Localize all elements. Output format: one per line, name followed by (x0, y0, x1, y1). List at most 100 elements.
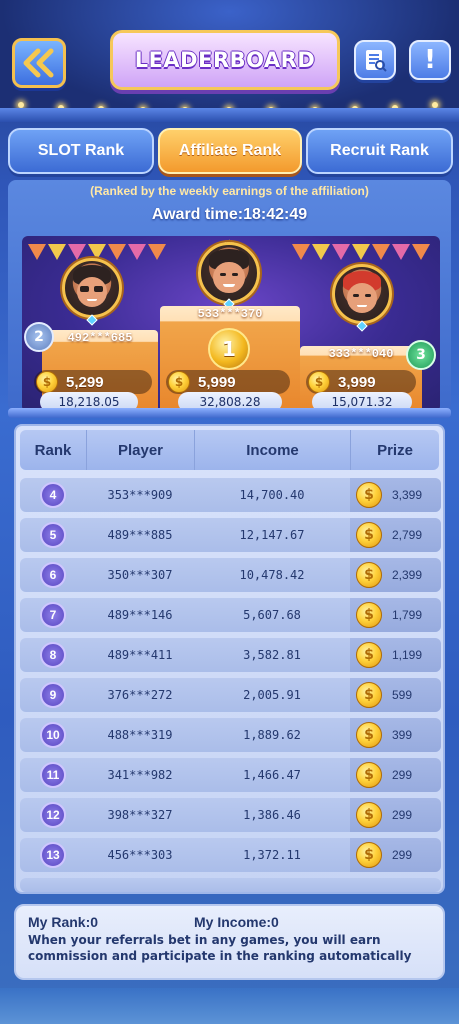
income-cell: 2,005.91 (243, 688, 301, 702)
income-cell: 3,582.81 (243, 648, 301, 662)
rank-cell: 13 (20, 842, 86, 868)
income-cell: 14,700.40 (239, 488, 305, 502)
player-cell: 489***146 (107, 608, 173, 622)
prize-amount: 1,799 (392, 608, 423, 622)
double-chevron-left-icon (23, 48, 54, 78)
prize-cell: $299 (350, 758, 441, 792)
table-row: 4 353***909 14,700.40 $3,399 (20, 478, 441, 512)
rank-number: 6 (40, 562, 66, 588)
prize-amount: 299 (392, 848, 413, 862)
avatar-first[interactable] (198, 242, 260, 304)
header-player: Player (86, 430, 194, 470)
table-body: 4 353***909 14,700.40 $3,399 5 489***885 12,14… (20, 478, 441, 892)
coin-icon: $ (356, 762, 382, 788)
award-time: Award time:18:42:49 (151, 206, 308, 223)
rank-number: 11 (40, 762, 66, 788)
prize-amount: 1,199 (392, 648, 423, 662)
title-plate: LEADERBOARD (110, 30, 340, 90)
table-row (20, 878, 441, 892)
prize-cell: $399 (350, 718, 441, 752)
tab-slot-rank[interactable]: SLOT Rank (8, 128, 154, 174)
rank-cell: 10 (20, 722, 86, 748)
tab-affiliate-rank[interactable]: Affiliate Rank (158, 128, 302, 174)
podium-first-player: 533***370 (197, 307, 263, 321)
prize-cell: $1,199 (350, 638, 441, 672)
table-row: 10 488***319 1,889.62 $399 (20, 718, 441, 752)
prize-amount: 2,399 (392, 568, 423, 582)
tab-recruit-rank[interactable]: Recruit Rank (306, 128, 453, 174)
prize-cell: $2,399 (350, 558, 441, 592)
coin-icon: $ (356, 602, 382, 628)
my-income: My Income:0 (194, 914, 279, 930)
coin-icon: $ (356, 562, 382, 588)
header-rail (0, 108, 459, 122)
prize-second-amount: 5,299 (66, 373, 104, 391)
coin-icon: $ (356, 482, 382, 508)
player-cell: 398***327 (107, 808, 173, 822)
table-row: 12 398***327 1,386.46 $299 (20, 798, 441, 832)
income-cell: 1,466.47 (243, 768, 301, 782)
podium-second-player: 492***685 (67, 331, 133, 345)
coin-icon: $ (356, 802, 382, 828)
rank-number: 5 (40, 522, 66, 548)
table-row: 7 489***146 5,607.68 $1,799 (20, 598, 441, 632)
rank-number: 9 (40, 682, 66, 708)
header-income: Income (194, 430, 350, 470)
rank-number: 13 (40, 842, 66, 868)
prize-first-amount: 5,999 (198, 373, 236, 391)
income-cell: 1,386.46 (243, 808, 301, 822)
rank-number: 12 (40, 802, 66, 828)
rank-cell: 8 (20, 642, 86, 668)
rank-cell: 6 (20, 562, 86, 588)
prize-third-amount: 3,999 (338, 373, 376, 391)
rules-button[interactable] (354, 40, 396, 80)
prize-amount: 599 (392, 688, 413, 702)
coin-icon: $ (356, 682, 382, 708)
rank-number: 4 (40, 482, 66, 508)
coin-icon: $ (356, 522, 382, 548)
rank-cell: 12 (20, 802, 86, 828)
table-row: 11 341***982 1,466.47 $299 (20, 758, 441, 792)
prize-amount: 2,799 (392, 528, 423, 542)
back-button[interactable] (12, 38, 66, 88)
avatar-third[interactable] (332, 264, 392, 324)
prize-amount: 299 (392, 768, 413, 782)
coin-icon: $ (308, 371, 330, 393)
prize-cell: $3,399 (350, 478, 441, 512)
income-cell: 1,372.11 (243, 848, 301, 862)
player-cell: 341***982 (107, 768, 173, 782)
stage-rail (8, 408, 451, 418)
ranking-subtitle: (Ranked by the weekly earnings of the af… (90, 184, 369, 198)
prize-first: $ 5,999 (166, 370, 290, 394)
ranking-note: When your referrals bet in any games, yo… (28, 933, 412, 963)
podium-third-player: 333***040 (328, 347, 394, 361)
prize-cell: $1,799 (350, 598, 441, 632)
coin-icon: $ (36, 371, 58, 393)
rank-badge-second: 2 (24, 322, 54, 352)
player-cell: 489***885 (107, 528, 173, 542)
rank-cell: 4 (20, 482, 86, 508)
rank-cell: 7 (20, 602, 86, 628)
prize-amount: 299 (392, 808, 413, 822)
prize-cell: $2,799 (350, 518, 441, 552)
leaderboard-table[interactable]: Rank Player Income Prize 4 353***909 14,70… (14, 424, 445, 894)
header-bar: ★ ★ LEADERBOARD ! (0, 0, 459, 122)
coin-icon: $ (356, 842, 382, 868)
player-cell: 488***319 (107, 728, 173, 742)
prize-third: $ 3,999 (306, 370, 416, 394)
info-button[interactable]: ! (409, 40, 451, 80)
table-row: 13 456***303 1,372.11 $299 (20, 838, 441, 872)
my-rank-panel: My Rank:0 My Income:0 When your referral… (14, 904, 445, 980)
table-row: 6 350***307 10,478.42 $2,399 (20, 558, 441, 592)
income-cell: 1,889.62 (243, 728, 301, 742)
income-cell: 12,147.67 (239, 528, 305, 542)
avatar-second[interactable] (62, 258, 122, 318)
rank-badge-third: 3 (406, 340, 436, 370)
prize-amount: 399 (392, 728, 413, 742)
coin-icon: $ (356, 722, 382, 748)
player-cell: 489***411 (107, 648, 173, 662)
page-title: LEADERBOARD (134, 48, 316, 72)
bottom-background (0, 988, 459, 1024)
rank-cell: 5 (20, 522, 86, 548)
podium-stage: ♛ 492***685 533***370 333***040 2 1 3 $ … (22, 236, 440, 412)
